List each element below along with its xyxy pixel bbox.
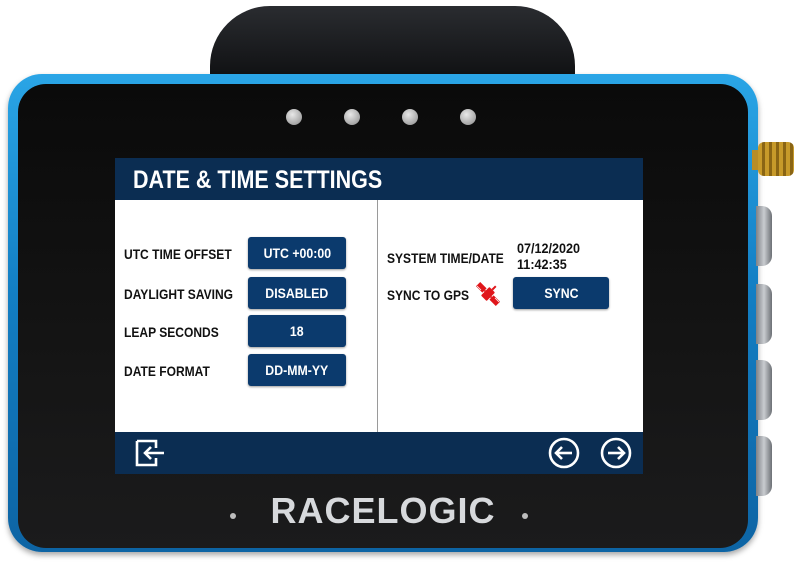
exit-icon[interactable]: [134, 438, 168, 468]
daylight-saving-button[interactable]: DISABLED: [248, 277, 346, 309]
title-bar: DATE & TIME SETTINGS: [115, 158, 643, 200]
leap-seconds-label: LEAP SECONDS: [124, 324, 219, 340]
sensor-dot: [402, 109, 418, 125]
side-port: [756, 360, 772, 420]
system-time-value: 11:42:35: [517, 256, 567, 272]
satellite-error-icon: [475, 281, 501, 307]
sync-button-label: SYNC: [543, 285, 579, 301]
touch-screen: DATE & TIME SETTINGS UTC TIME OFFSET UTC…: [115, 158, 643, 474]
leap-seconds-value: 18: [290, 323, 304, 339]
device-top-housing: [210, 6, 575, 82]
side-port: [756, 206, 772, 266]
system-date-value: 07/12/2020: [517, 240, 581, 256]
right-settings-panel: SYSTEM TIME/DATE 07/12/2020 11:42:35 SYN…: [378, 200, 643, 432]
daylight-saving-label: DAYLIGHT SAVING: [124, 286, 234, 302]
system-time-label: SYSTEM TIME/DATE: [387, 250, 504, 266]
side-port: [756, 436, 772, 496]
page-title: DATE & TIME SETTINGS: [133, 166, 383, 194]
utc-offset-value: UTC +00:00: [263, 245, 331, 261]
sensor-dot: [286, 109, 302, 125]
daylight-saving-value: DISABLED: [265, 285, 329, 301]
sensor-dot: [344, 109, 360, 125]
side-port: [756, 284, 772, 344]
left-settings-panel: UTC TIME OFFSET UTC +00:00 DAYLIGHT SAVI…: [115, 200, 378, 432]
utc-offset-button[interactable]: UTC +00:00: [248, 237, 346, 269]
arrow-left-icon[interactable]: [548, 437, 580, 469]
antenna-connector-thread: [758, 142, 794, 176]
sensor-dot: [460, 109, 476, 125]
brand-dot: [522, 513, 528, 519]
leap-seconds-button[interactable]: 18: [248, 315, 346, 347]
date-format-label: DATE FORMAT: [124, 363, 210, 379]
sync-gps-button[interactable]: SYNC: [513, 277, 609, 309]
sync-gps-label: SYNC TO GPS: [387, 287, 470, 303]
utc-offset-label: UTC TIME OFFSET: [124, 246, 232, 262]
date-format-button[interactable]: DD-MM-YY: [248, 354, 346, 386]
footer-bar: [115, 432, 643, 474]
arrow-right-icon[interactable]: [600, 437, 632, 469]
brand-logo: RACELOGIC: [270, 490, 496, 531]
date-format-value: DD-MM-YY: [265, 362, 329, 378]
